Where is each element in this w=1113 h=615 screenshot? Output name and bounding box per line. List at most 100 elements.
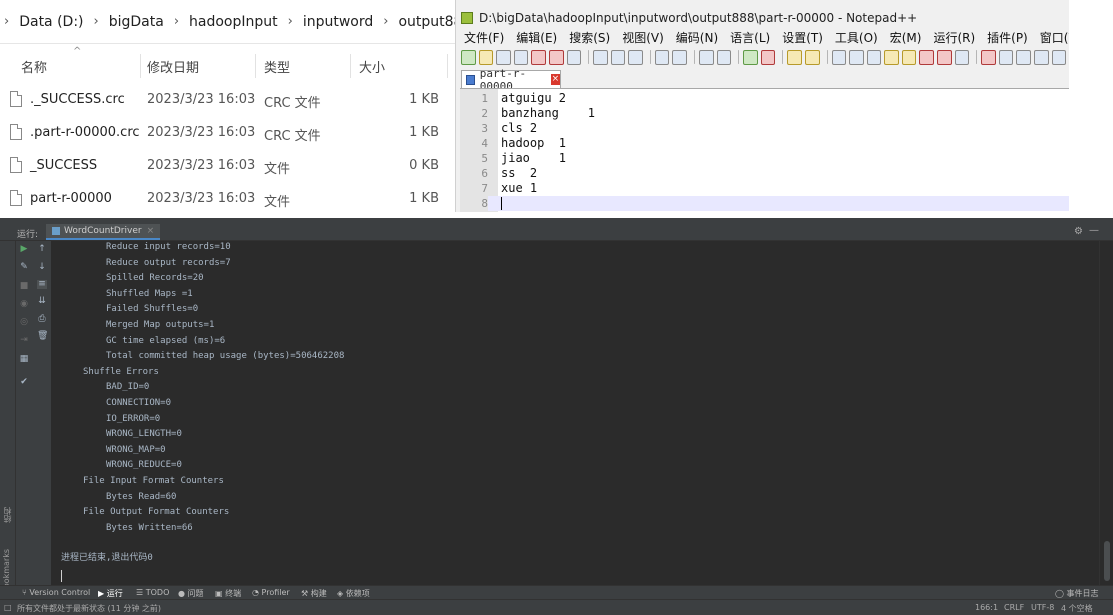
close-icon[interactable]: ×	[550, 74, 560, 85]
indent-setting[interactable]: 4 个空格	[1061, 603, 1093, 614]
redo-icon[interactable]	[672, 49, 688, 65]
print-icon[interactable]: ⎙	[37, 315, 47, 324]
file-row[interactable]: .part-r-00000.crc 2023/3/23 16:03 CRC 文件…	[0, 117, 455, 150]
tab-part-r-00000[interactable]: part-r-00000 ×	[461, 67, 561, 93]
indent-guide-icon[interactable]	[866, 49, 882, 65]
tool-terminal[interactable]: ▣ 终端	[215, 588, 241, 599]
menu-window[interactable]: 窗口(W)	[1040, 29, 1069, 47]
file-row[interactable]: part-r-00000 2023/3/23 16:03 文件 1 KB	[0, 183, 455, 216]
exit-icon[interactable]: ⇥	[19, 336, 29, 345]
column-divider[interactable]	[447, 54, 448, 78]
menu-edit[interactable]: 编辑(E)	[516, 29, 557, 47]
event-log[interactable]: ◯ 事件日志	[1055, 588, 1099, 599]
print-icon[interactable]	[566, 49, 582, 65]
show-all-chars-icon[interactable]	[849, 49, 864, 65]
run-macro-multiple-icon[interactable]	[1034, 49, 1049, 65]
rerun-icon[interactable]: ▶	[19, 245, 29, 254]
minimize-icon[interactable]: —	[1089, 225, 1099, 236]
copy-icon[interactable]	[610, 49, 626, 65]
breadcrumb-inputword[interactable]: inputword	[303, 12, 373, 32]
breadcrumb-bigdata[interactable]: bigData	[109, 12, 164, 32]
replace-icon[interactable]	[716, 49, 732, 65]
file-row[interactable]: _SUCCESS 2023/3/23 16:03 文件 0 KB	[0, 150, 455, 183]
breadcrumb-hadoopinput[interactable]: hadoopInput	[189, 12, 278, 32]
stop-icon[interactable]: ■	[19, 282, 29, 291]
breadcrumb-drive[interactable]: Data (D:)	[19, 12, 83, 32]
breadcrumb-output888[interactable]: output888	[398, 12, 455, 32]
tool-profiler[interactable]: ◔ Profiler	[252, 588, 290, 597]
record-macro-icon[interactable]	[981, 49, 996, 65]
status-message[interactable]: 所有文件都处于最新状态 (11 分钟 之前)	[17, 603, 161, 614]
tool-run[interactable]: ▶ 运行	[98, 588, 123, 599]
close-icon[interactable]: ×	[147, 226, 155, 236]
tool-build[interactable]: ⚒ 构建	[301, 588, 327, 599]
menu-search[interactable]: 搜索(S)	[569, 29, 610, 47]
sync-vertical-icon[interactable]	[787, 49, 802, 65]
tool-dependencies[interactable]: ◈ 依赖项	[337, 588, 370, 599]
user-language-icon[interactable]	[884, 49, 899, 65]
play-macro-icon[interactable]	[1016, 49, 1031, 65]
undo-icon[interactable]	[654, 49, 670, 65]
arrow-down-icon[interactable]: ↓	[37, 263, 47, 272]
column-date[interactable]: 修改日期	[147, 57, 199, 76]
console-output[interactable]: Reduce input records=10 Reduce output rec…	[52, 241, 1098, 585]
tool-version-control[interactable]: ⑂ Version Control	[22, 588, 90, 597]
zoom-out-icon[interactable]	[760, 49, 776, 65]
console-line: Merged Map outputs=1	[106, 320, 215, 330]
tool-problems[interactable]: ● 问题	[178, 588, 204, 599]
new-file-icon[interactable]	[461, 49, 476, 65]
save-macro-icon[interactable]	[1051, 49, 1067, 65]
tab-wordcountdriver[interactable]: WordCountDriver ×	[46, 224, 161, 240]
word-wrap-icon[interactable]	[831, 49, 847, 65]
close-file-icon[interactable]	[531, 49, 546, 65]
column-divider[interactable]	[350, 54, 351, 78]
menu-language[interactable]: 语言(L)	[730, 29, 770, 47]
menu-run[interactable]: 运行(R)	[933, 29, 975, 47]
menu-file[interactable]: 文件(F)	[464, 29, 504, 47]
tool-todo[interactable]: ☰ TODO	[136, 588, 169, 597]
menu-view[interactable]: 视图(V)	[622, 29, 664, 47]
column-size[interactable]: 大小	[359, 57, 385, 76]
open-file-icon[interactable]	[478, 49, 494, 65]
gear-icon[interactable]: ⚙	[1074, 226, 1083, 237]
menu-plugins[interactable]: 插件(P)	[987, 29, 1028, 47]
paste-icon[interactable]	[628, 49, 643, 65]
file-encoding[interactable]: UTF-8	[1031, 603, 1054, 612]
sync-horizontal-icon[interactable]	[804, 49, 820, 65]
menu-settings[interactable]: 设置(T)	[782, 29, 823, 47]
menu-macro[interactable]: 宏(M)	[890, 29, 922, 47]
soft-wrap-icon[interactable]: ≡	[37, 280, 47, 289]
trash-icon[interactable]: 🗑	[37, 332, 48, 341]
wrench-icon[interactable]: ✎	[19, 263, 29, 272]
scrollbar-thumb[interactable]	[1104, 541, 1110, 581]
column-divider[interactable]	[140, 54, 141, 78]
file-row[interactable]: ._SUCCESS.crc 2023/3/23 16:03 CRC 文件 1 K…	[0, 84, 455, 117]
column-name[interactable]: 名称	[21, 57, 47, 76]
scroll-to-end-icon[interactable]: ⇊	[37, 297, 47, 306]
monitoring-icon[interactable]	[954, 49, 970, 65]
folder-workspace-icon[interactable]	[937, 49, 952, 65]
camera-icon[interactable]: ◉	[19, 300, 29, 309]
cursor-position[interactable]: 166:1	[975, 603, 998, 612]
zoom-in-icon[interactable]	[743, 49, 758, 65]
pin-icon[interactable]: ✔	[19, 378, 29, 387]
function-list-icon[interactable]	[919, 49, 935, 65]
structure-tool-label[interactable]: 结构	[2, 507, 13, 523]
restore-layout-icon[interactable]: ◎	[19, 318, 29, 327]
menu-encoding[interactable]: 编码(N)	[676, 29, 718, 47]
arrow-up-icon[interactable]: ↑	[37, 245, 47, 254]
column-divider[interactable]	[255, 54, 256, 78]
save-all-icon[interactable]	[513, 49, 529, 65]
layout-icon[interactable]: ▦	[19, 355, 29, 364]
column-type[interactable]: 类型	[264, 57, 290, 76]
line-separator[interactable]: CRLF	[1004, 603, 1024, 612]
document-map-icon[interactable]	[901, 49, 917, 65]
stop-macro-icon[interactable]	[998, 49, 1014, 65]
cut-icon[interactable]	[593, 49, 608, 65]
close-all-icon[interactable]	[548, 49, 564, 65]
find-icon[interactable]	[699, 49, 714, 65]
editor[interactable]: 1 atguigu 2 2 banzhang 1 3 cls 2 4 hadoo…	[460, 88, 1069, 212]
console-scrollbar[interactable]	[1099, 241, 1113, 585]
save-icon[interactable]	[496, 49, 511, 65]
menu-tools[interactable]: 工具(O)	[835, 29, 878, 47]
